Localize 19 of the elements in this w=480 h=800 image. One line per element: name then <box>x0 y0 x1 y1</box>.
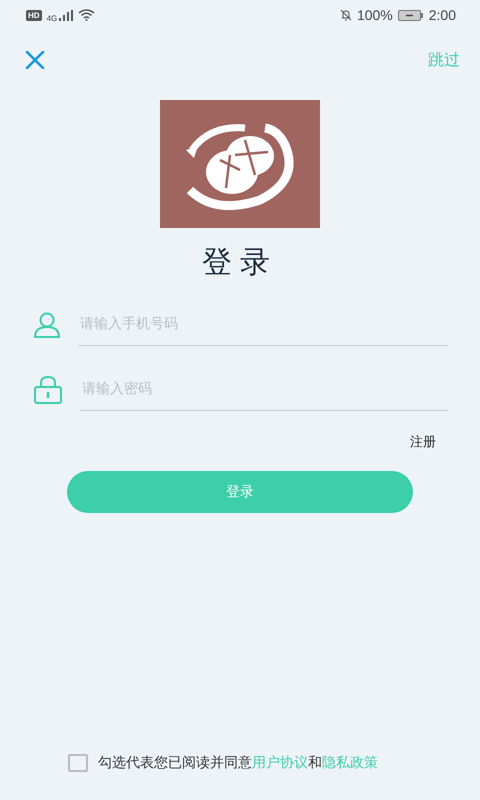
user-agreement-link[interactable]: 用户协议 <box>252 755 308 771</box>
battery-icon <box>398 10 424 20</box>
signal-icon <box>59 10 74 20</box>
close-icon[interactable] <box>25 51 45 69</box>
wifi-icon <box>78 9 96 21</box>
hd-badge: HD <box>26 10 42 20</box>
skip-link[interactable]: 跳过 <box>428 50 460 70</box>
privacy-policy-link[interactable]: 隐私政策 <box>322 755 378 771</box>
agreement-checkbox[interactable] <box>68 754 88 772</box>
login-title: 登录 <box>201 244 279 282</box>
battery-percent: 100% <box>356 7 393 23</box>
agreement-text: 勾选代表您已阅读并同意用户协议和隐私政策 <box>98 754 378 772</box>
person-icon <box>33 312 61 338</box>
lock-icon <box>33 376 63 404</box>
login-button[interactable]: 登录 <box>67 471 413 513</box>
register-link[interactable]: 注册 <box>410 433 436 451</box>
clock-time: 2:00 <box>428 7 456 23</box>
network-type: 4G <box>46 14 58 22</box>
bell-off-icon <box>340 9 352 21</box>
